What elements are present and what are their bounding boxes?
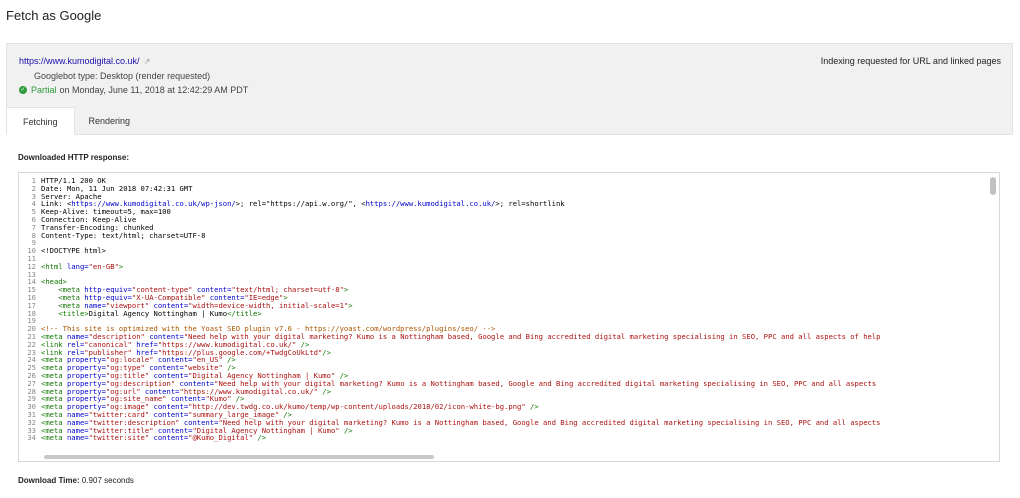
line-number: 5	[31, 207, 36, 217]
line-number: 34	[27, 433, 36, 443]
fetched-url-link[interactable]: https://www.kumodigital.co.uk/ ↗	[19, 56, 150, 66]
check-circle-icon: ✓	[19, 86, 27, 94]
code-text: <title>Digital Agency Nottingham | Kumo<…	[41, 308, 262, 318]
http-response-viewer[interactable]: 1 HTTP/1.1 200 OK 2 Date: Mon, 11 Jun 2018 …	[18, 172, 1000, 462]
external-link-icon[interactable]: ↗	[144, 57, 151, 66]
download-time-label: Download Time:	[18, 476, 80, 485]
code-line: 11	[19, 255, 989, 263]
code-line: 6 Connection: Keep-Alive	[19, 216, 989, 224]
tab-rendering[interactable]: Rendering	[75, 107, 145, 135]
fetch-result: ✓ Partial on Monday, June 11, 2018 at 12…	[19, 85, 248, 95]
tab-fetching[interactable]: Fetching	[6, 107, 75, 135]
fetch-tabs: Fetching Rendering	[6, 107, 144, 135]
download-time: Download Time: 0.907 seconds	[18, 476, 134, 485]
code-text: <meta name="twitter:site" content="@Kumo…	[41, 433, 267, 443]
googlebot-type-text: Googlebot type: Desktop (render requeste…	[34, 71, 211, 81]
code-line: 18 <title>Digital Agency Nottingham | Ku…	[19, 308, 989, 318]
code-text: Content-Type: text/html; charset=UTF-8	[41, 230, 206, 240]
vertical-scrollbar[interactable]	[990, 177, 996, 195]
code-line: 10 <!DOCTYPE html>	[19, 247, 989, 255]
code-line: 5 Keep-Alive: timeout=5, max=100	[19, 208, 989, 216]
horizontal-scrollbar[interactable]	[44, 455, 434, 459]
code-line: 13	[19, 270, 989, 279]
line-number: 3	[31, 191, 36, 201]
result-status-label: Partial	[31, 85, 57, 95]
line-number: 4	[31, 199, 36, 209]
code-text: <html lang="en-GB">	[41, 261, 124, 271]
result-timestamp: on Monday, June 11, 2018 at 12:42:29 AM …	[59, 85, 249, 95]
download-time-value: 0.907 seconds	[81, 476, 134, 485]
line-number: 6	[31, 214, 36, 224]
line-number: 8	[31, 230, 36, 240]
page-title: Fetch as Google	[6, 8, 102, 23]
code-text: <!DOCTYPE html>	[41, 246, 106, 256]
code-line: 8 Content-Type: text/html; charset=UTF-8	[19, 230, 989, 240]
code-lines: 1 HTTP/1.1 200 OK 2 Date: Mon, 11 Jun 2018 …	[19, 177, 989, 461]
line-number: 7	[31, 222, 36, 232]
fetched-url-text: https://www.kumodigital.co.uk/	[19, 56, 140, 66]
http-response-heading: Downloaded HTTP response:	[18, 153, 129, 162]
fetch-status-panel: https://www.kumodigital.co.uk/ ↗ Indexing…	[6, 43, 1013, 135]
line-number: 1	[31, 177, 36, 185]
code-line: 2 Date: Mon, 11 Jun 2018 07:42:31 GMT	[19, 183, 989, 193]
code-line: 12 <html lang="en-GB">	[19, 261, 989, 271]
code-line: 34 <meta name="twitter:site" content="@Ku…	[19, 434, 989, 442]
indexing-status-text: Indexing requested for URL and linked pa…	[820, 56, 1001, 66]
line-number: 2	[31, 183, 36, 193]
code-line: 9	[19, 239, 989, 247]
